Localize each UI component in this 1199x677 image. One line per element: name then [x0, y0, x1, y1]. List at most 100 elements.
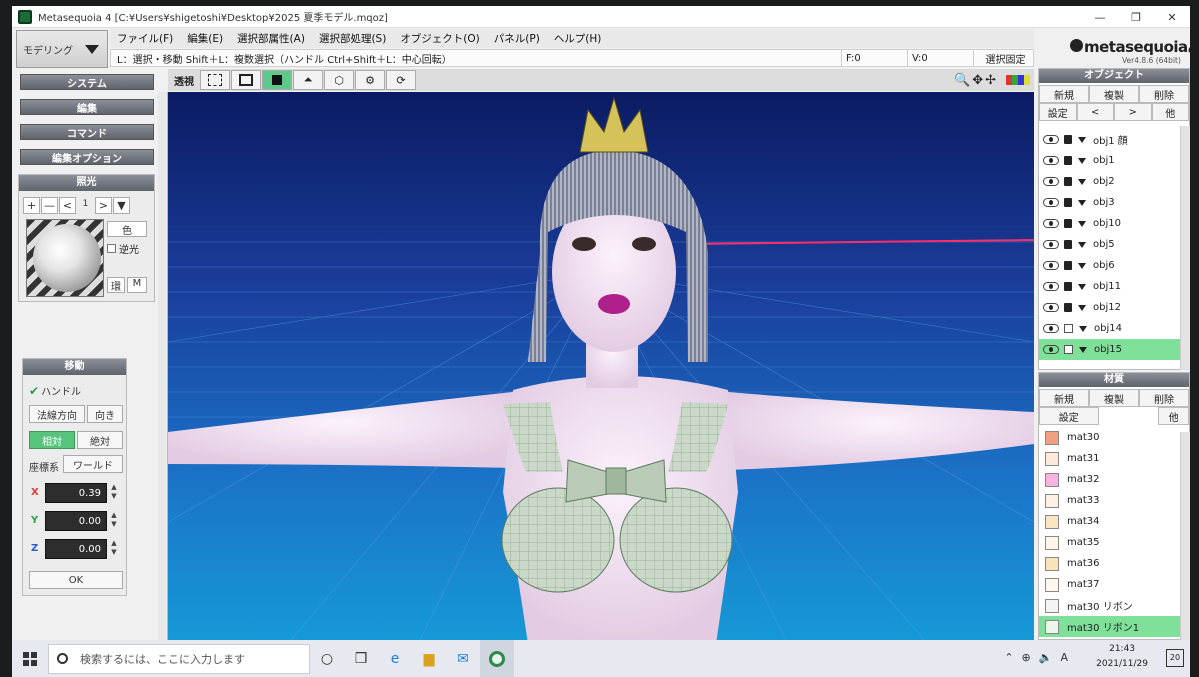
duplicate-object-button[interactable]: 複製 — [1089, 85, 1139, 103]
environment-button[interactable]: 環 — [107, 277, 125, 293]
object-row[interactable]: obj5 — [1039, 234, 1189, 255]
add-light-button[interactable]: + — [23, 197, 40, 214]
normal-direction-button[interactable]: 法線方向 — [29, 405, 85, 423]
menu-panel[interactable]: パネル(P) — [494, 31, 540, 46]
z-spinner[interactable]: ▲ ▼ — [109, 539, 119, 559]
lock-icon[interactable] — [1064, 240, 1072, 249]
edit-button[interactable]: 編集 — [20, 99, 154, 115]
object-row[interactable]: obj10 — [1039, 213, 1189, 234]
material-row[interactable]: mat34 — [1039, 511, 1189, 532]
menu-object[interactable]: オブジェクト(O) — [400, 31, 479, 46]
gear-icon[interactable]: ⚙ — [355, 70, 385, 90]
x-spinner[interactable]: ▲ ▼ — [109, 483, 119, 503]
next-light-button[interactable]: > — [95, 197, 112, 214]
x-input[interactable]: 0.39 — [45, 483, 107, 503]
edge-browser-icon[interactable]: e — [378, 640, 412, 677]
object-row[interactable]: obj1 — [1039, 150, 1189, 171]
cube-view-icon[interactable]: ⬡ — [324, 70, 354, 90]
material-row[interactable]: mat35 — [1039, 532, 1189, 553]
material-row[interactable]: mat33 — [1039, 490, 1189, 511]
mail-icon[interactable]: ✉ — [446, 640, 480, 677]
object-row[interactable]: obj1 顔 — [1039, 129, 1189, 150]
expand-triangle-icon[interactable] — [1078, 283, 1086, 290]
delete-object-button[interactable]: 削除 — [1139, 85, 1189, 103]
lock-icon[interactable] — [1064, 177, 1072, 186]
expand-triangle-icon[interactable] — [1079, 325, 1087, 332]
object-row[interactable]: obj15 — [1039, 339, 1189, 360]
system-clock[interactable]: 21:43 2021/11/29 — [1096, 642, 1148, 672]
lock-icon[interactable] — [1064, 303, 1072, 312]
select-rect-icon[interactable] — [200, 70, 230, 90]
duplicate-material-button[interactable]: 複製 — [1089, 389, 1139, 407]
visibility-eye-icon[interactable] — [1043, 240, 1059, 249]
minimize-icon[interactable]: — — [1082, 6, 1118, 28]
pan-icon[interactable]: ✥ — [972, 73, 983, 88]
edit-options-button[interactable]: 編集オプション — [20, 149, 154, 165]
ok-button[interactable]: OK — [29, 571, 123, 589]
material-settings-button[interactable]: 設定 — [1039, 407, 1099, 425]
material-row[interactable]: mat30 — [1039, 427, 1189, 448]
material-row[interactable]: mat32 — [1039, 469, 1189, 490]
expand-triangle-icon[interactable] — [1078, 241, 1086, 248]
menu-file[interactable]: ファイル(F) — [117, 31, 173, 46]
object-row[interactable]: obj14 — [1039, 318, 1189, 339]
light-menu-button[interactable]: ▼ — [113, 197, 130, 214]
material-other-button[interactable]: 他 — [1158, 407, 1189, 425]
metasequoia-taskbar-icon[interactable] — [480, 640, 514, 677]
command-button[interactable]: コマンド — [20, 124, 154, 140]
color-palette-icon[interactable] — [1006, 75, 1030, 85]
menu-edit[interactable]: 編集(E) — [187, 31, 223, 46]
relative-button[interactable]: 相対 — [29, 431, 75, 449]
windows-start-icon[interactable] — [12, 640, 48, 677]
expand-triangle-icon[interactable] — [1078, 304, 1086, 311]
visibility-eye-icon[interactable] — [1043, 177, 1059, 186]
remove-light-button[interactable]: — — [41, 197, 58, 214]
network-icon[interactable]: ⊕ — [1022, 651, 1031, 664]
shade-icon[interactable]: ⏶ — [293, 70, 323, 90]
wireframe-icon[interactable] — [231, 70, 261, 90]
mode-select[interactable]: モデリング — [16, 30, 108, 68]
visibility-eye-icon[interactable] — [1043, 303, 1059, 312]
visibility-eye-icon[interactable] — [1043, 261, 1059, 270]
zoom-icon[interactable]: 🔍 — [954, 73, 970, 88]
visibility-eye-icon[interactable] — [1043, 135, 1059, 144]
object-settings-button[interactable]: 設定 — [1039, 103, 1077, 121]
taskbar-search-input[interactable]: 検索するには、ここに入力します — [48, 643, 310, 674]
lock-icon[interactable] — [1064, 282, 1072, 291]
lock-icon[interactable] — [1064, 219, 1072, 228]
m-button[interactable]: M — [127, 277, 147, 293]
light-color-button[interactable]: 色 — [107, 221, 147, 237]
orientation-button[interactable]: 向き — [87, 405, 123, 423]
rotate-view-icon[interactable]: ✢ — [985, 73, 996, 88]
material-row[interactable]: mat31 — [1039, 448, 1189, 469]
material-list-scrollbar[interactable] — [1180, 432, 1190, 640]
volume-icon[interactable]: 🔈 — [1039, 651, 1053, 664]
selection-lock-button[interactable]: 選択固定 — [973, 50, 1033, 66]
material-row[interactable]: mat37 — [1039, 574, 1189, 595]
expand-triangle-icon[interactable] — [1079, 346, 1087, 353]
expand-triangle-icon[interactable] — [1078, 178, 1086, 185]
expand-triangle-icon[interactable] — [1078, 136, 1086, 143]
light-preview-sphere[interactable] — [26, 219, 104, 297]
object-row[interactable]: obj6 — [1039, 255, 1189, 276]
task-view-icon[interactable]: ❒ — [344, 640, 378, 677]
object-row[interactable]: obj11 — [1039, 276, 1189, 297]
expand-triangle-icon[interactable] — [1078, 262, 1086, 269]
chevron-up-icon[interactable]: ⌃ — [1004, 651, 1013, 664]
refresh-icon[interactable]: ⟳ — [386, 70, 416, 90]
handle-checkbox[interactable]: ✔ ハンドル — [29, 383, 81, 399]
lock-icon[interactable] — [1064, 261, 1072, 270]
system-button[interactable]: システム — [20, 74, 154, 90]
y-input[interactable]: 0.00 — [45, 511, 107, 531]
visibility-eye-icon[interactable] — [1043, 219, 1059, 228]
unlock-icon[interactable] — [1064, 345, 1073, 354]
delete-material-button[interactable]: 削除 — [1139, 389, 1189, 407]
material-row[interactable]: mat36 — [1039, 553, 1189, 574]
coord-system-select[interactable]: ワールド — [63, 455, 123, 473]
object-row[interactable]: obj2 — [1039, 171, 1189, 192]
close-icon[interactable]: ✕ — [1154, 6, 1190, 28]
menu-selection-process[interactable]: 選択部処理(S) — [319, 31, 386, 46]
visibility-eye-icon[interactable] — [1043, 198, 1059, 207]
cortana-icon[interactable]: ○ — [310, 640, 344, 677]
solid-view-icon[interactable] — [262, 70, 292, 90]
